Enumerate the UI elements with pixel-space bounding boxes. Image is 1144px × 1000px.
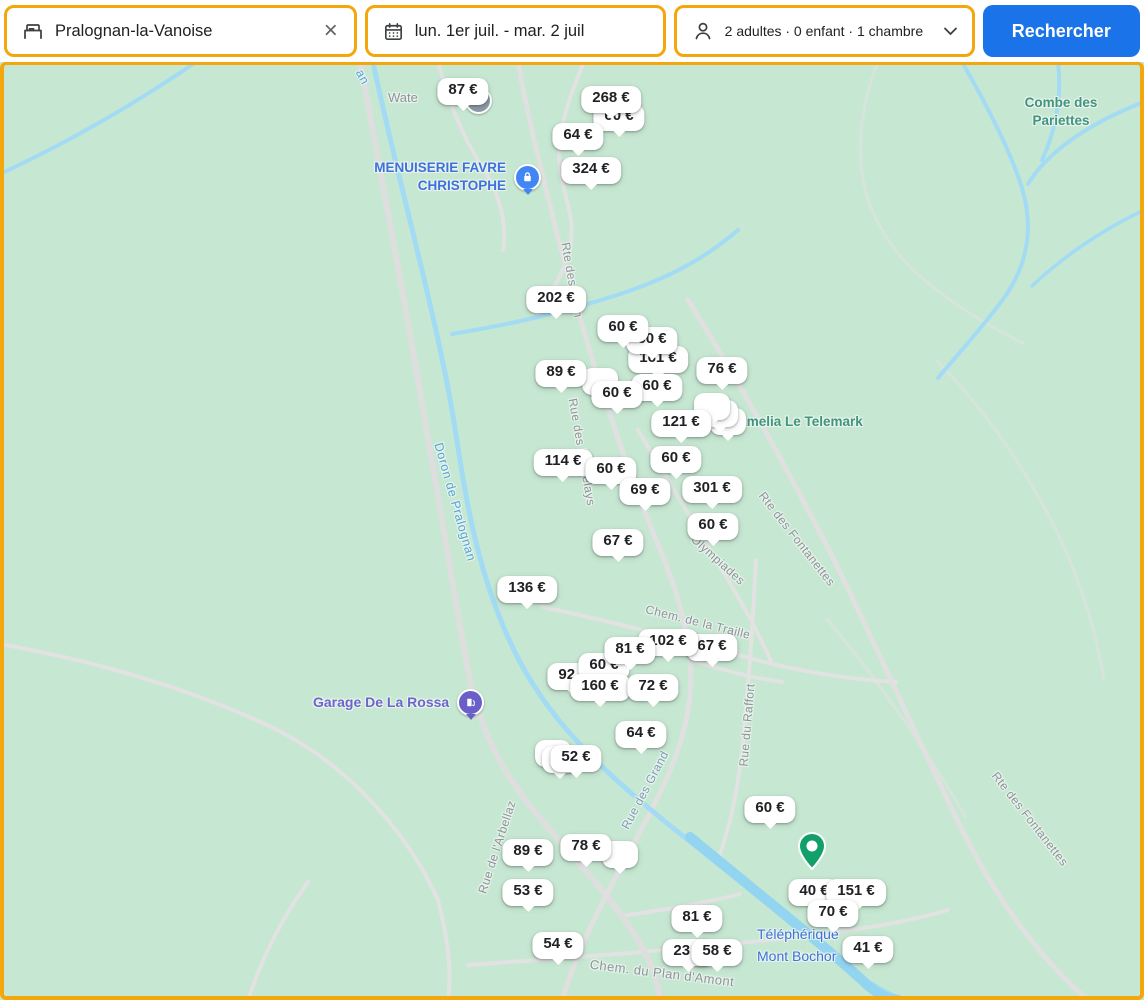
- price-marker[interactable]: 202 €: [526, 286, 586, 313]
- price-marker[interactable]: 160 €: [570, 674, 630, 701]
- price-marker[interactable]: 64 €: [615, 721, 667, 748]
- price-marker[interactable]: 54 €: [532, 932, 584, 959]
- search-button[interactable]: Rechercher: [982, 5, 1140, 57]
- price-marker[interactable]: 121 €: [651, 410, 711, 437]
- price-marker[interactable]: 87 €: [437, 78, 489, 105]
- selected-hotel-green-pin[interactable]: [797, 831, 827, 875]
- waterfall-label: Wate: [388, 90, 418, 105]
- price-marker[interactable]: 60 €: [687, 513, 739, 540]
- price-marker[interactable]: 72 €: [627, 674, 679, 701]
- price-marker[interactable]: 53 €: [502, 879, 554, 906]
- map-canvas[interactable]: an Wate MENUISERIE FAVRE CHRISTOPHE Comb…: [0, 62, 1144, 1000]
- price-marker[interactable]: 60 €: [591, 381, 643, 408]
- price-marker[interactable]: 76 €: [696, 357, 748, 384]
- menuiserie-label: MENUISERIE FAVRE CHRISTOPHE: [374, 160, 506, 193]
- dates-value[interactable]: lun. 1er juil. - mar. 2 juil: [415, 22, 585, 41]
- combe-des-pariettes-label: Combe des Pariettes: [1024, 95, 1098, 128]
- calendar-icon: [384, 22, 402, 40]
- price-marker[interactable]: 301 €: [682, 476, 742, 503]
- price-marker[interactable]: 60 €: [744, 796, 796, 823]
- destination-input[interactable]: Pralognan-la-Vanoise ×: [4, 5, 357, 57]
- price-marker[interactable]: 89 €: [535, 360, 587, 387]
- close-icon[interactable]: ×: [322, 19, 340, 43]
- occupancy-value[interactable]: 2 adultes · 0 enfant · 1 chambre: [725, 23, 933, 39]
- bed-icon: [24, 24, 42, 40]
- dates-input[interactable]: lun. 1er juil. - mar. 2 juil: [364, 5, 666, 57]
- menuiserie-pin-icon[interactable]: [514, 164, 541, 195]
- price-marker[interactable]: 324 €: [561, 157, 621, 184]
- price-marker[interactable]: 81 €: [671, 905, 723, 932]
- price-marker[interactable]: 52 €: [550, 745, 602, 772]
- price-marker[interactable]: 60 €: [650, 446, 702, 473]
- price-marker[interactable]: 136 €: [497, 576, 557, 603]
- hotel-search-page: Pralognan-la-Vanoise × lun. 1er juil. - …: [0, 0, 1144, 1000]
- price-marker[interactable]: 81 €: [604, 637, 656, 664]
- price-marker[interactable]: 89 €: [502, 839, 554, 866]
- search-bar: Pralognan-la-Vanoise × lun. 1er juil. - …: [0, 0, 1144, 62]
- price-marker[interactable]: 64 €: [552, 123, 604, 150]
- price-marker[interactable]: 67 €: [592, 529, 644, 556]
- chevron-down-icon: [943, 27, 957, 36]
- amelia-le-telemark-label: Amelia Le Telemark: [737, 414, 863, 429]
- garage-label: Garage De La Rossa: [313, 694, 450, 710]
- price-marker[interactable]: 78 €: [560, 834, 612, 861]
- price-marker[interactable]: 60 €: [597, 315, 649, 342]
- occupancy-selector[interactable]: 2 adultes · 0 enfant · 1 chambre: [673, 5, 975, 57]
- garage-fuel-pin-icon[interactable]: [457, 689, 484, 720]
- price-marker[interactable]: 69 €: [619, 478, 671, 505]
- person-icon: [695, 22, 711, 40]
- price-marker[interactable]: 114 €: [533, 449, 593, 476]
- price-marker[interactable]: 58 €: [691, 939, 743, 966]
- price-marker[interactable]: 70 €: [807, 900, 859, 927]
- price-marker[interactable]: 268 €: [581, 86, 641, 113]
- destination-value[interactable]: Pralognan-la-Vanoise: [55, 22, 312, 41]
- price-marker[interactable]: 41 €: [842, 936, 894, 963]
